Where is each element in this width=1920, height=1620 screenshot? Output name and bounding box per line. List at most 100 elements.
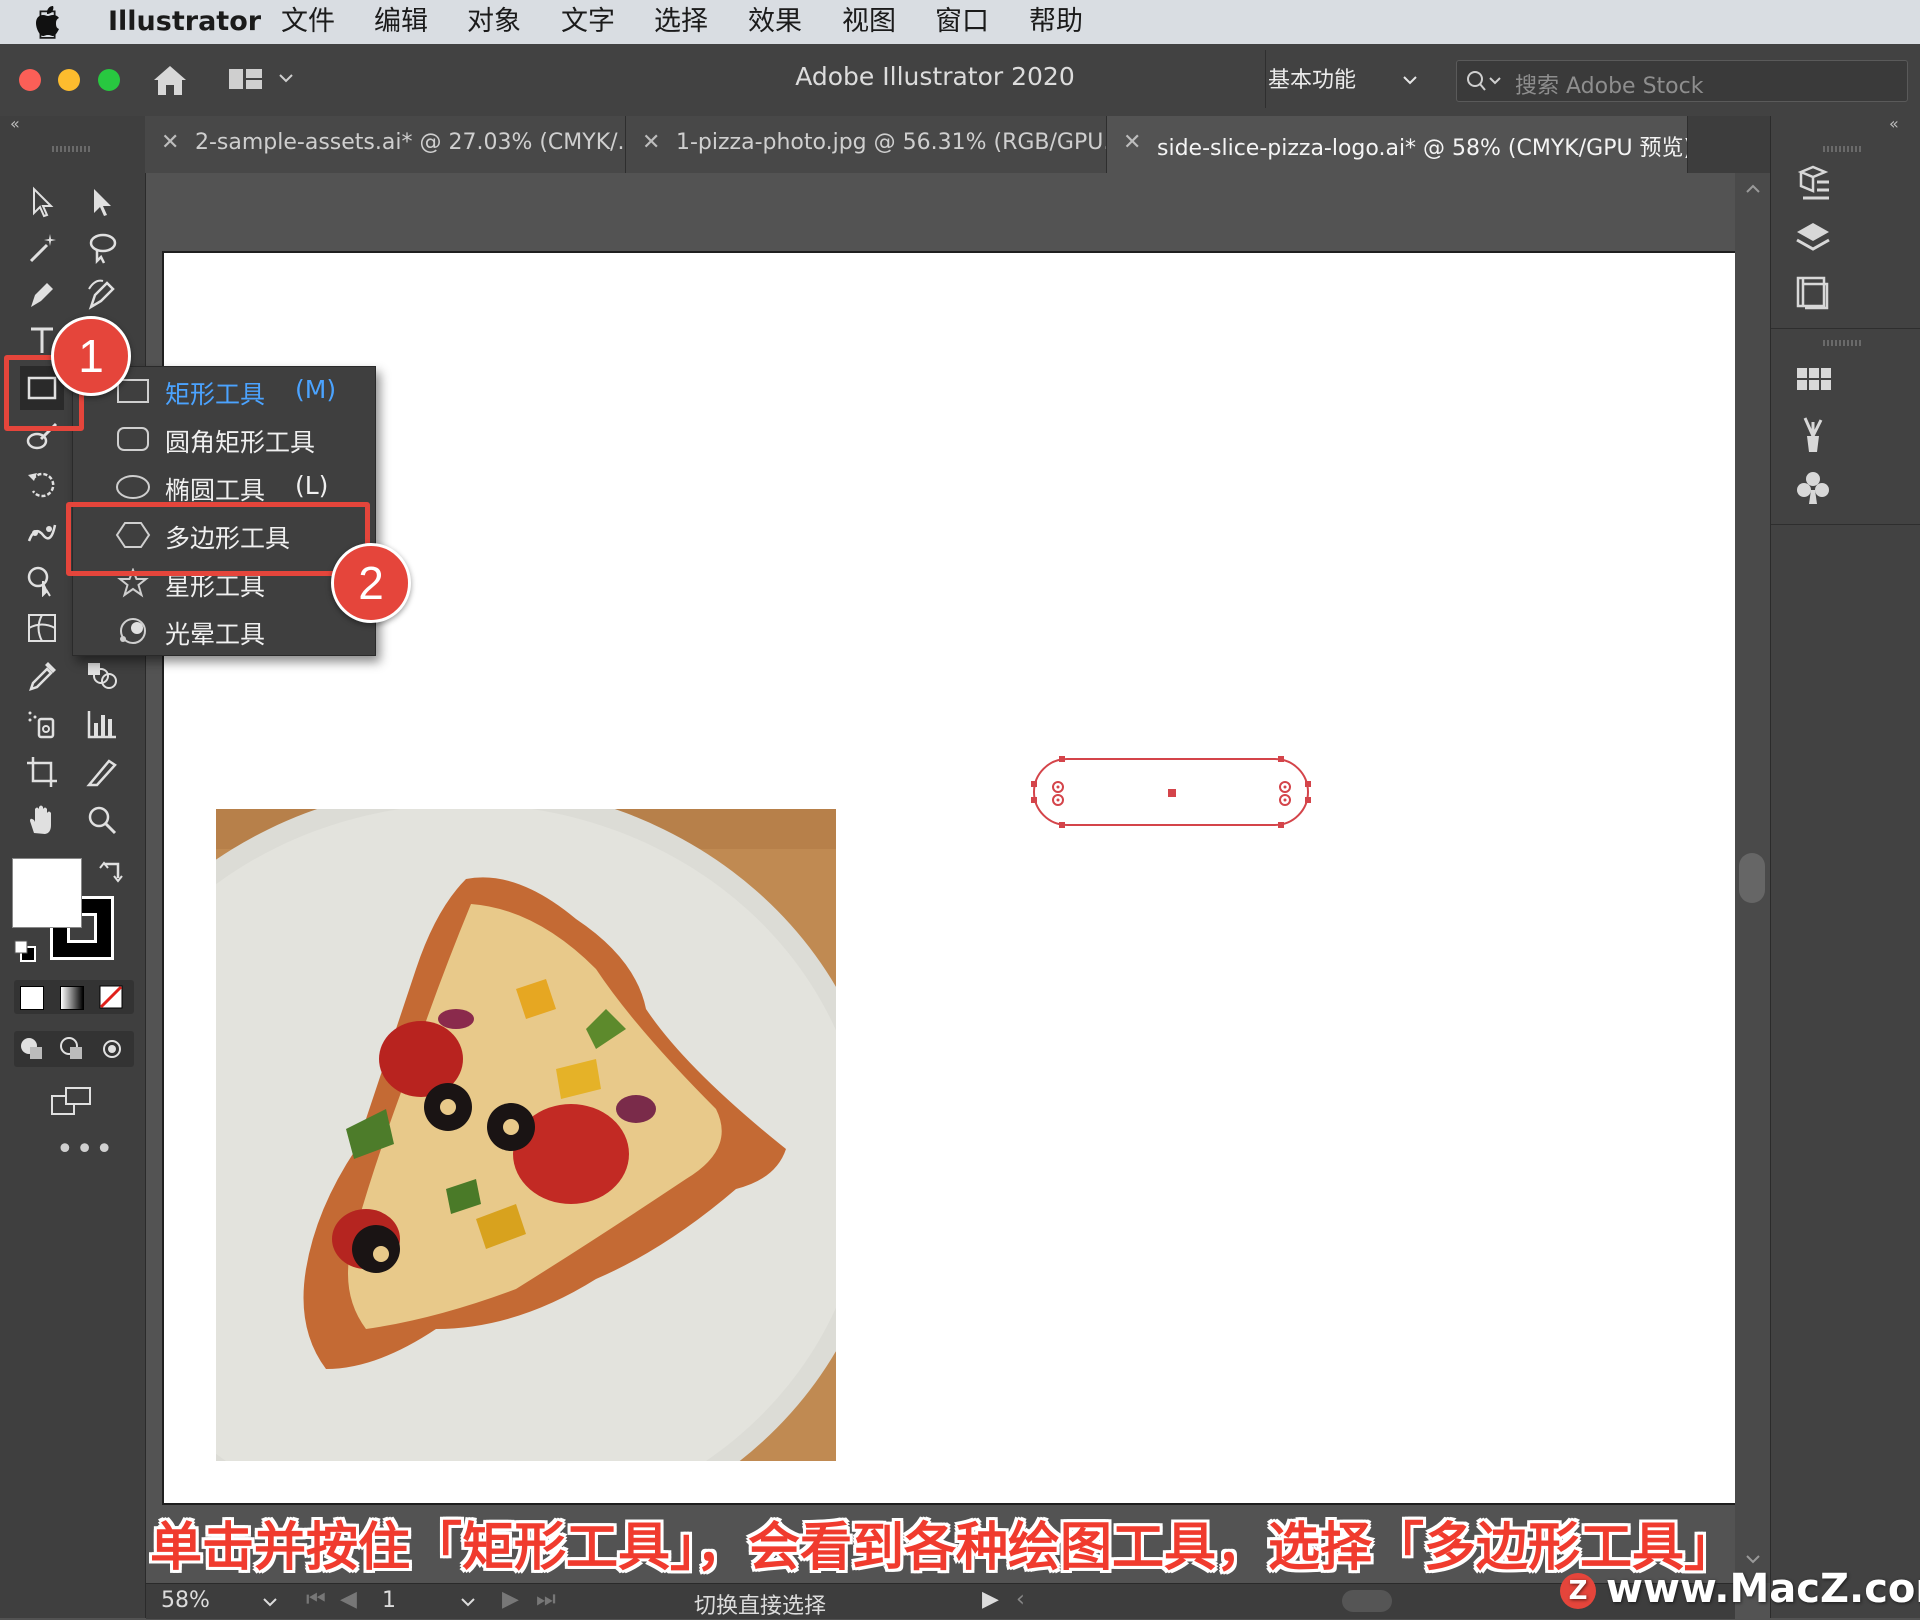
canvas-area[interactable] — [146, 173, 1738, 1583]
flyout-item-shortcut: (M) — [295, 375, 337, 404]
layers-panel-icon[interactable] — [1793, 220, 1833, 256]
draw-normal-icon[interactable] — [18, 1035, 46, 1063]
zoom-tool[interactable] — [80, 798, 124, 842]
scroll-down-icon[interactable] — [1745, 1553, 1761, 1565]
close-tab-icon[interactable]: ✕ — [161, 130, 179, 155]
blend-tool[interactable] — [80, 654, 124, 698]
chevron-down-icon[interactable] — [278, 72, 294, 84]
fill-swatch[interactable] — [12, 858, 82, 928]
edit-toolbar-icon[interactable]: ••• — [56, 1132, 115, 1167]
menu-view[interactable]: 视图 — [842, 5, 896, 39]
panel-grip[interactable] — [1823, 146, 1863, 152]
arrange-documents-icon[interactable] — [228, 66, 264, 94]
slice-tool[interactable] — [80, 750, 124, 794]
collapse-panel-icon[interactable]: « — [10, 114, 20, 133]
properties-panel-icon[interactable] — [1793, 164, 1833, 204]
direct-selection-tool[interactable] — [80, 180, 124, 224]
symbol-sprayer-tool[interactable] — [20, 702, 64, 746]
mesh-tool[interactable] — [20, 606, 64, 650]
zoom-chevron-icon[interactable] — [262, 1596, 278, 1608]
menu-file[interactable]: 文件 — [281, 5, 335, 39]
zoom-window-button[interactable] — [98, 69, 120, 91]
horizontal-scroll-thumb[interactable] — [1342, 1590, 1392, 1612]
close-tab-icon[interactable]: ✕ — [1123, 130, 1141, 155]
brushes-panel-icon[interactable] — [1793, 414, 1833, 454]
apple-logo-icon[interactable] — [34, 6, 62, 38]
previous-artboard-icon[interactable]: ◀ — [340, 1587, 357, 1612]
stock-search-field[interactable]: 搜索 Adobe Stock — [1456, 60, 1908, 102]
shape-builder-tool[interactable] — [20, 558, 64, 602]
hand-tool[interactable] — [20, 798, 64, 842]
artboard-icon — [27, 757, 57, 787]
curvature-tool[interactable] — [80, 272, 124, 316]
pen-tool[interactable] — [20, 272, 64, 316]
symbol-sprayer-icon — [28, 711, 55, 739]
puppet-warp-tool[interactable] — [20, 510, 64, 554]
menu-object[interactable]: 对象 — [467, 5, 521, 39]
artboard-chevron-icon[interactable] — [460, 1596, 476, 1608]
selection-tool[interactable] — [20, 180, 64, 224]
scroll-up-icon[interactable] — [1745, 183, 1761, 195]
lasso-icon — [89, 233, 117, 265]
tab-sample-assets[interactable]: ✕ 2-sample-assets.ai* @ 27.03% (CMYK/... — [145, 116, 626, 173]
menu-select[interactable]: 选择 — [654, 5, 708, 39]
gradient-button[interactable] — [60, 986, 84, 1010]
tab-pizza-photo[interactable]: ✕ 1-pizza-photo.jpg @ 56.31% (RGB/GPU... — [626, 116, 1107, 173]
last-artboard-icon[interactable]: ⏭ — [536, 1587, 556, 1612]
menu-effect[interactable]: 效果 — [748, 5, 802, 39]
draw-behind-icon[interactable] — [58, 1035, 86, 1063]
pizza-photo[interactable] — [216, 809, 836, 1461]
flyout-flare-tool[interactable]: 光晕工具 — [73, 607, 375, 655]
close-tab-icon[interactable]: ✕ — [642, 130, 660, 155]
swatches-panel-icon[interactable] — [1793, 362, 1833, 398]
search-placeholder: 搜索 Adobe Stock — [1515, 74, 1704, 99]
home-icon[interactable] — [150, 62, 190, 98]
eyedropper-tool[interactable] — [20, 654, 64, 698]
status-menu-icon[interactable]: ▶ — [982, 1587, 999, 1612]
direct-selection-arrow-icon — [94, 189, 111, 216]
workspace-switcher[interactable]: 基本功能 — [1268, 62, 1418, 98]
artboard[interactable] — [162, 251, 1738, 1505]
color-button[interactable] — [20, 986, 44, 1010]
screen-mode-icon[interactable] — [48, 1084, 94, 1120]
workspace-chevron-icon[interactable] — [1402, 74, 1418, 86]
panel-grip[interactable] — [1823, 340, 1863, 346]
hand-icon — [30, 805, 51, 834]
menu-type[interactable]: 文字 — [561, 5, 615, 39]
expand-panels-icon[interactable]: « — [1889, 114, 1899, 133]
menu-app-name[interactable]: Illustrator — [108, 5, 261, 39]
rotate-tool[interactable] — [20, 462, 64, 506]
lasso-tool[interactable] — [80, 226, 124, 270]
none-button[interactable] — [99, 985, 123, 1009]
vertical-scrollbar[interactable] — [1735, 173, 1770, 1583]
puppet-warp-icon — [27, 524, 57, 542]
polygon-tool-highlight — [66, 502, 370, 576]
column-graph-tool[interactable] — [80, 702, 124, 746]
libraries-panel-icon[interactable] — [1793, 274, 1833, 310]
flyout-rounded-rectangle-tool[interactable]: 圆角矩形工具 — [73, 415, 375, 463]
tab-side-slice-pizza-logo[interactable]: ✕ side-slice-pizza-logo.ai* @ 58% (CMYK/… — [1107, 116, 1688, 173]
panel-grip[interactable] — [52, 146, 92, 152]
selected-rounded-rectangle[interactable] — [1026, 747, 1316, 851]
scroll-left-icon[interactable]: ‹ — [1016, 1587, 1025, 1612]
artboard-number[interactable]: 1 — [382, 1588, 396, 1613]
default-fill-stroke-icon[interactable] — [12, 938, 38, 964]
symbols-panel-icon[interactable] — [1793, 468, 1833, 508]
menu-help[interactable]: 帮助 — [1029, 5, 1083, 39]
next-artboard-icon[interactable]: ▶ — [502, 1587, 519, 1612]
draw-inside-icon[interactable] — [98, 1035, 126, 1063]
menu-edit[interactable]: 编辑 — [374, 5, 428, 39]
artboard-tool[interactable] — [20, 750, 64, 794]
watermark-logo-icon: Z — [1560, 1573, 1596, 1609]
swap-fill-stroke-icon[interactable] — [98, 860, 124, 886]
close-window-button[interactable] — [19, 69, 41, 91]
minimize-window-button[interactable] — [58, 69, 80, 91]
pen-icon — [31, 283, 53, 307]
first-artboard-icon[interactable]: ⏮ — [306, 1587, 326, 1612]
menu-window[interactable]: 窗口 — [935, 5, 989, 39]
zoom-level[interactable]: 58% — [161, 1588, 210, 1613]
workspace-label: 基本功能 — [1268, 68, 1357, 93]
blend-icon — [88, 663, 117, 689]
magic-wand-tool[interactable] — [20, 226, 64, 270]
scroll-thumb[interactable] — [1739, 853, 1765, 903]
